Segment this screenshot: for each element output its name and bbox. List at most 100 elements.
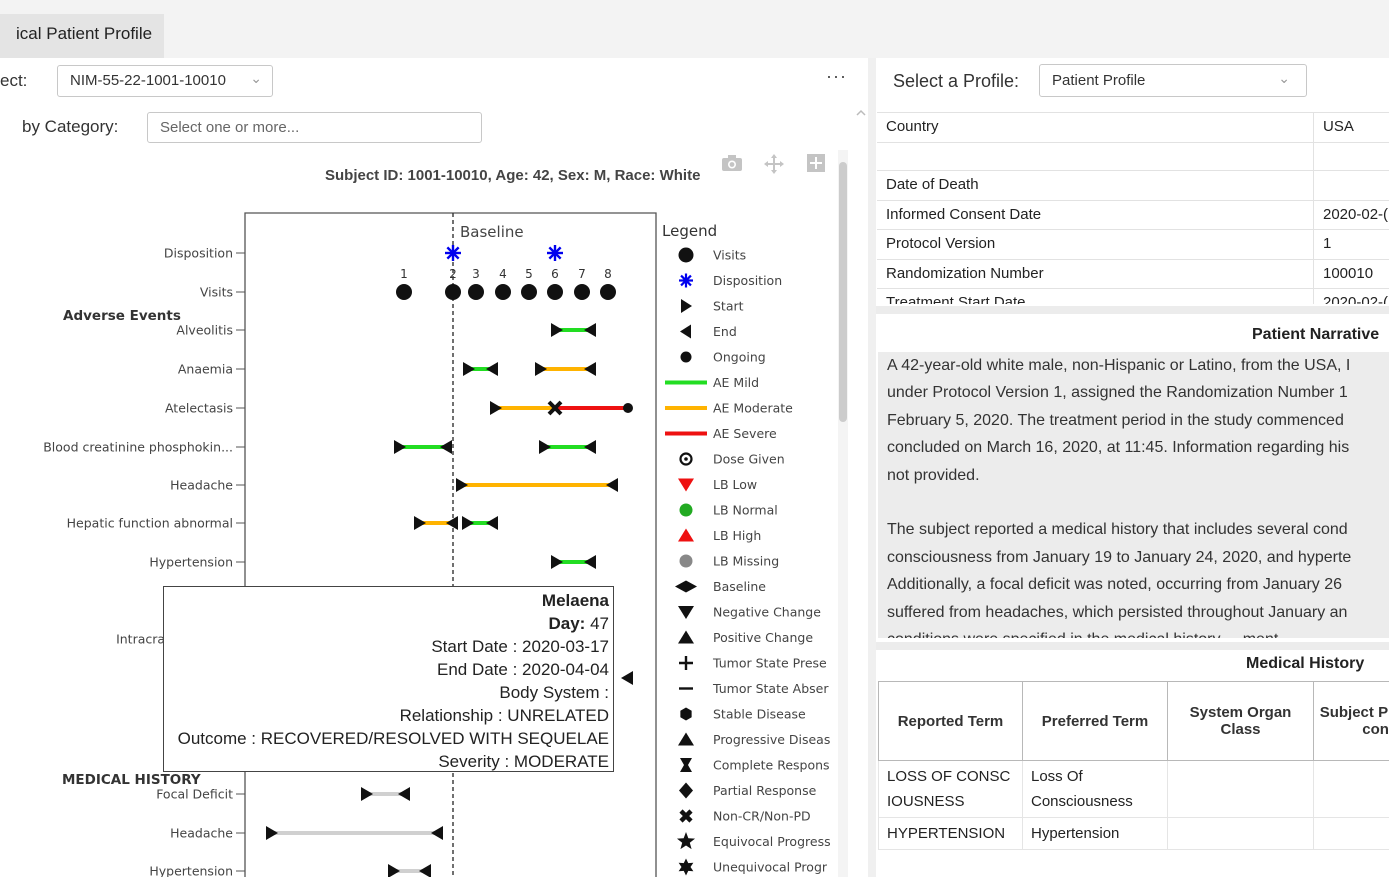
mh-column-header[interactable]: Reported Term bbox=[878, 681, 1023, 761]
medical-history-title: Medical History bbox=[1246, 655, 1365, 672]
visit-marker bbox=[468, 284, 484, 300]
visit-number-label: 4 bbox=[499, 267, 507, 281]
end-marker bbox=[584, 555, 596, 569]
start-marker bbox=[388, 864, 400, 877]
triangle-left-icon bbox=[680, 324, 691, 339]
profile-key: Randomization Number bbox=[886, 265, 1044, 282]
y-axis-label: Visits bbox=[200, 285, 233, 300]
tooltip-day: Day: 47 bbox=[548, 612, 609, 635]
start-marker bbox=[539, 440, 551, 454]
mh-cell: Y bbox=[1313, 760, 1389, 818]
profile-key: Informed Consent Date bbox=[886, 206, 1042, 223]
legend-item-label: LB Missing bbox=[713, 554, 779, 569]
legend-title: Legend bbox=[662, 222, 717, 240]
legend-item-label: Partial Response bbox=[713, 783, 817, 798]
circle-icon bbox=[679, 554, 693, 568]
y-axis-label: Anaemia bbox=[178, 362, 233, 377]
mh-table-row: HYPERTENSIONHypertension Y bbox=[878, 817, 1389, 850]
medical-history-table: Reported Term Preferred Term System Organ … bbox=[878, 681, 1389, 877]
narrative-line: not provided. bbox=[887, 466, 980, 484]
start-marker bbox=[535, 362, 547, 376]
narrative-title: Patient Narrative bbox=[1252, 326, 1380, 343]
profile-value: 100010 bbox=[1323, 265, 1374, 282]
legend-item-label: AE Mild bbox=[713, 375, 759, 390]
legend-item-label: Non-CR/Non-PD bbox=[713, 809, 811, 824]
scroll-up-icon[interactable] bbox=[856, 108, 866, 118]
star-icon bbox=[676, 832, 696, 850]
legend-item-label: Disposition bbox=[713, 273, 782, 288]
profile-row: Randomization Number 100010 bbox=[877, 259, 1389, 289]
legend-item-label: Complete Respons bbox=[713, 758, 830, 773]
end-marker bbox=[606, 478, 618, 492]
profile-row: Date of Death bbox=[877, 170, 1389, 201]
event-tooltip: Melaena Day: 47 Start Date : 2020-03-17 … bbox=[163, 586, 614, 772]
profile-value: 2020-02-( bbox=[1323, 206, 1389, 223]
end-marker bbox=[584, 440, 596, 454]
plot-scrollbar-thumb[interactable] bbox=[839, 162, 847, 422]
legend-item-label: LB Low bbox=[713, 477, 757, 492]
narrative-line: Additionally, a focal deficit was noted,… bbox=[887, 576, 1343, 594]
tooltip-title: Melaena bbox=[541, 591, 609, 610]
end-marker bbox=[486, 362, 498, 376]
narrative-line: under Protocol Version 1, assigned the R… bbox=[887, 384, 1348, 402]
legend-item-label: Positive Change bbox=[713, 630, 813, 645]
legend-item-label: Unequivocal Progr bbox=[713, 860, 828, 875]
visit-marker bbox=[445, 284, 461, 300]
tooltip-relationship: Relationship : UNRELATED bbox=[399, 706, 609, 725]
panel-divider[interactable] bbox=[868, 58, 876, 877]
dot-icon bbox=[680, 351, 692, 363]
profile-select[interactable]: Patient Profile ⌄ bbox=[1039, 64, 1307, 97]
legend-item-label: LB High bbox=[713, 528, 761, 543]
start-marker bbox=[414, 516, 426, 530]
narrative-line: suffered from headaches, which persisted… bbox=[887, 603, 1348, 621]
triangle-down-icon bbox=[678, 478, 694, 492]
visit-number-label: 5 bbox=[525, 267, 533, 281]
legend-item-label: Stable Disease bbox=[713, 707, 806, 722]
mh-cell bbox=[1167, 817, 1314, 850]
visit-number-label: 6 bbox=[551, 267, 559, 281]
tooltip-end: End Date : 2020-04-04 bbox=[436, 660, 609, 679]
start-marker bbox=[490, 401, 502, 415]
plot-scrollbar[interactable] bbox=[838, 150, 848, 877]
triangle-up-icon bbox=[678, 630, 694, 644]
mh-cell bbox=[1167, 760, 1314, 818]
legend-item-label: Tumor State Prese bbox=[712, 656, 827, 671]
profile-select-label: Select a Profile: bbox=[893, 71, 1020, 91]
hexagon-icon bbox=[680, 707, 692, 721]
mh-column-header[interactable]: Preferred Term bbox=[1022, 681, 1168, 761]
y-axis-label: Hypertension bbox=[149, 864, 233, 877]
end-marker bbox=[419, 864, 431, 877]
start-marker bbox=[551, 323, 563, 337]
end-marker bbox=[584, 323, 596, 337]
mh-column-header[interactable]: System Organ Class bbox=[1167, 681, 1314, 761]
patient-narrative: A 42-year-old white male, non-Hispanic o… bbox=[878, 352, 1389, 638]
profile-key: Treatment Start Date bbox=[886, 294, 1026, 304]
ongoing-marker bbox=[623, 403, 633, 413]
narrative-line: conditions were specified in the medical… bbox=[878, 626, 1389, 638]
visit-number-label: 3 bbox=[472, 267, 480, 281]
visit-marker bbox=[600, 284, 616, 300]
triangle-up-icon bbox=[678, 528, 694, 542]
mh-table-row: LOSS OF CONSCIOUSNESS Loss Of Consciousne… bbox=[878, 760, 1389, 818]
legend-item-label: Start bbox=[713, 299, 744, 314]
legend-item-label: AE Moderate bbox=[713, 401, 793, 416]
mh-cell: HYPERTENSION bbox=[878, 817, 1023, 850]
y-axis-label: Blood creatinine phosphokin... bbox=[43, 440, 233, 455]
narrative-line: February 5, 2020. The treatment period i… bbox=[887, 411, 1344, 429]
narrative-line bbox=[878, 489, 1389, 516]
visit-marker bbox=[547, 284, 563, 300]
circle-dot-icon bbox=[684, 457, 688, 461]
legend-item-label: Visits bbox=[713, 248, 746, 263]
visit-marker bbox=[574, 284, 590, 300]
plus-icon bbox=[679, 656, 693, 670]
plot-frame bbox=[244, 212, 657, 877]
y-axis-label: Hypertension bbox=[149, 555, 233, 570]
diamond-wide-icon bbox=[675, 580, 697, 593]
profile-select-value: Patient Profile bbox=[1052, 72, 1146, 89]
visit-marker bbox=[521, 284, 537, 300]
mh-cell: LOSS OF CONSCIOUSNESS bbox=[878, 760, 1023, 818]
legend-item-label: Equivocal Progress bbox=[713, 834, 831, 849]
legend-item-label: End bbox=[713, 324, 737, 339]
profile-value: 1 bbox=[1323, 235, 1332, 252]
mh-column-header[interactable]: Subject Pre-specified condition bbox=[1313, 681, 1389, 761]
